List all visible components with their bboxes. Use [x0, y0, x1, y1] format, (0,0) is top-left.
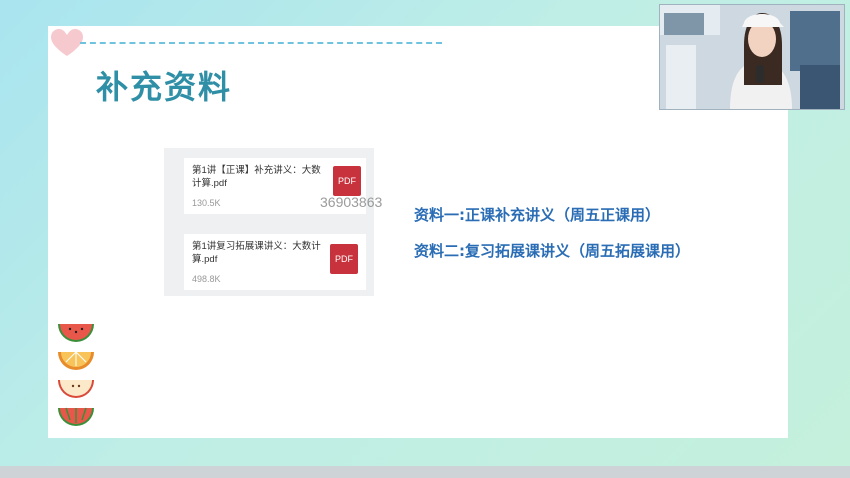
watermelon-icon [58, 407, 94, 426]
file-size: 498.8K [192, 274, 221, 284]
watermark: 36903863 [320, 194, 383, 210]
watermelon-icon [58, 324, 94, 342]
pdf-icon: PDF [330, 244, 358, 274]
material-description-2: 资料二:复习拓展课讲义（周五拓展课用） [414, 242, 691, 260]
bottom-bar [0, 466, 850, 478]
apple-icon [58, 380, 94, 398]
heart-icon [51, 29, 83, 56]
material-description-1: 资料一:正课补充讲义（周五正课用） [414, 206, 661, 224]
file-item[interactable]: 第1讲复习拓展课讲义：大数计算.pdf 498.8K PDF [184, 234, 366, 290]
pdf-icon: PDF [333, 166, 361, 196]
file-size: 130.5K [192, 198, 221, 208]
file-name: 第1讲复习拓展课讲义：大数计算.pdf [192, 241, 321, 265]
decorative-dashed-line [80, 42, 442, 44]
file-name: 第1讲【正课】补充讲义：大数计算.pdf [192, 165, 321, 189]
file-item[interactable]: 第1讲【正课】补充讲义：大数计算.pdf 130.5K PDF 36903863 [184, 158, 382, 214]
file-list-panel: 第1讲【正课】补充讲义：大数计算.pdf 130.5K PDF 36903863… [164, 148, 382, 296]
webcam-scene [660, 5, 844, 109]
slide-title: 补充资料 [96, 68, 233, 106]
orange-icon [58, 351, 94, 370]
webcam-video [659, 4, 845, 110]
